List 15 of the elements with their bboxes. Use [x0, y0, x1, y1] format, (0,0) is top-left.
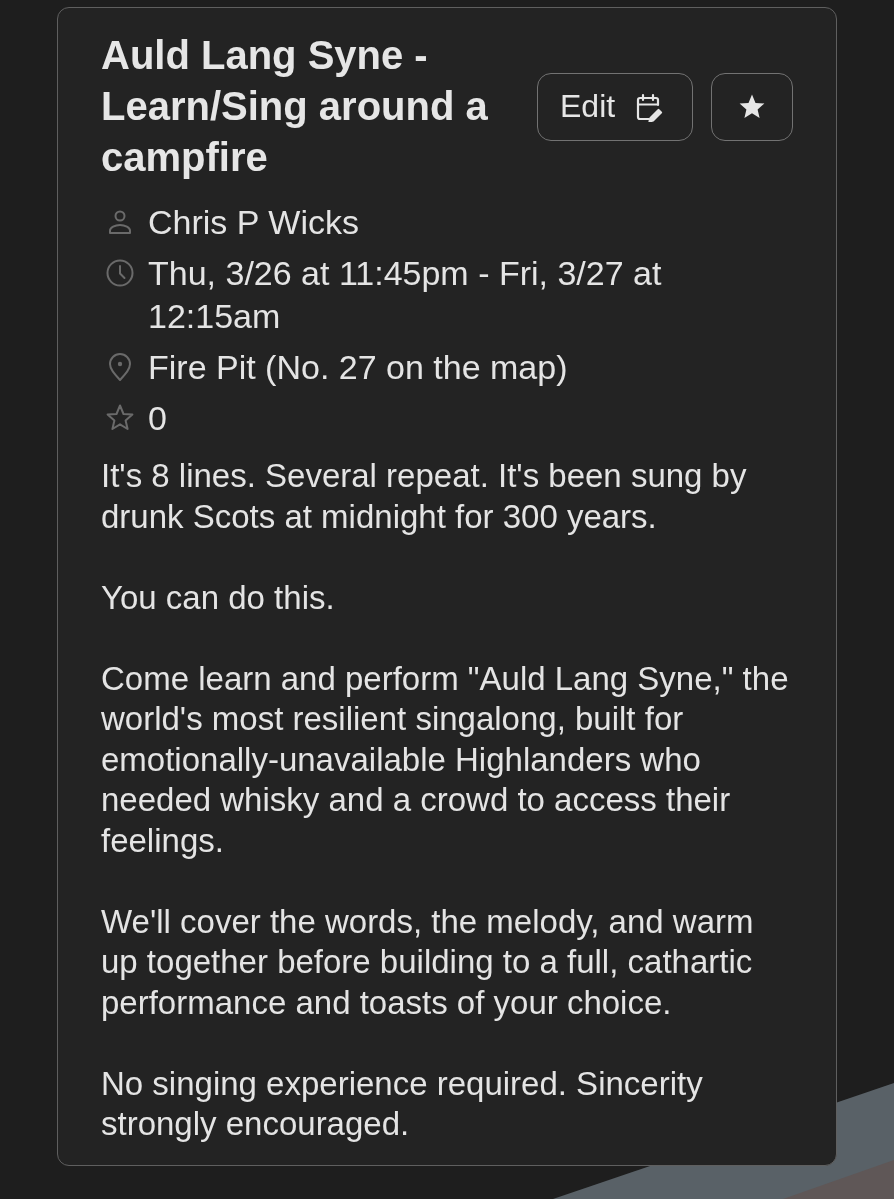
description-paragraph: No singing experience required. Sincerity strongly encouraged. [101, 1063, 704, 1144]
star-outline-icon [105, 403, 135, 433]
description-paragraph: It's 8 lines. Several repeat. It's been sung by drunk Scots at midnight for 300 years. [101, 456, 748, 537]
clock-icon [105, 258, 135, 288]
event-title: Auld Lang Syne - Learn/Sing around a campfire [101, 32, 489, 181]
calendar-pencil-icon [635, 91, 664, 122]
event-time: Thu, 3/26 at 11:45pm - Fri, 3/27 at 12:15am [148, 253, 663, 337]
description-paragraph: We'll cover the words, the melody, and warm up together before building to a full, cathartic performance and toasts of your choice. [101, 901, 755, 1023]
description-paragraph: You can do this. [101, 577, 336, 618]
edit-button[interactable]: Edit [537, 72, 693, 141]
description-paragraph: Come learn and perform "Auld Lang Syne," the world's most resilient singalong, built for emotionally-unavailable Highlanders who needed whisky and a crowd to access their feelings. [101, 658, 790, 861]
favorite-count: 0 [148, 398, 167, 439]
host-name: Chris P Wicks [148, 202, 359, 243]
star-button[interactable] [711, 72, 793, 141]
location-text: Fire Pit (No. 27 on the map) [148, 347, 568, 388]
